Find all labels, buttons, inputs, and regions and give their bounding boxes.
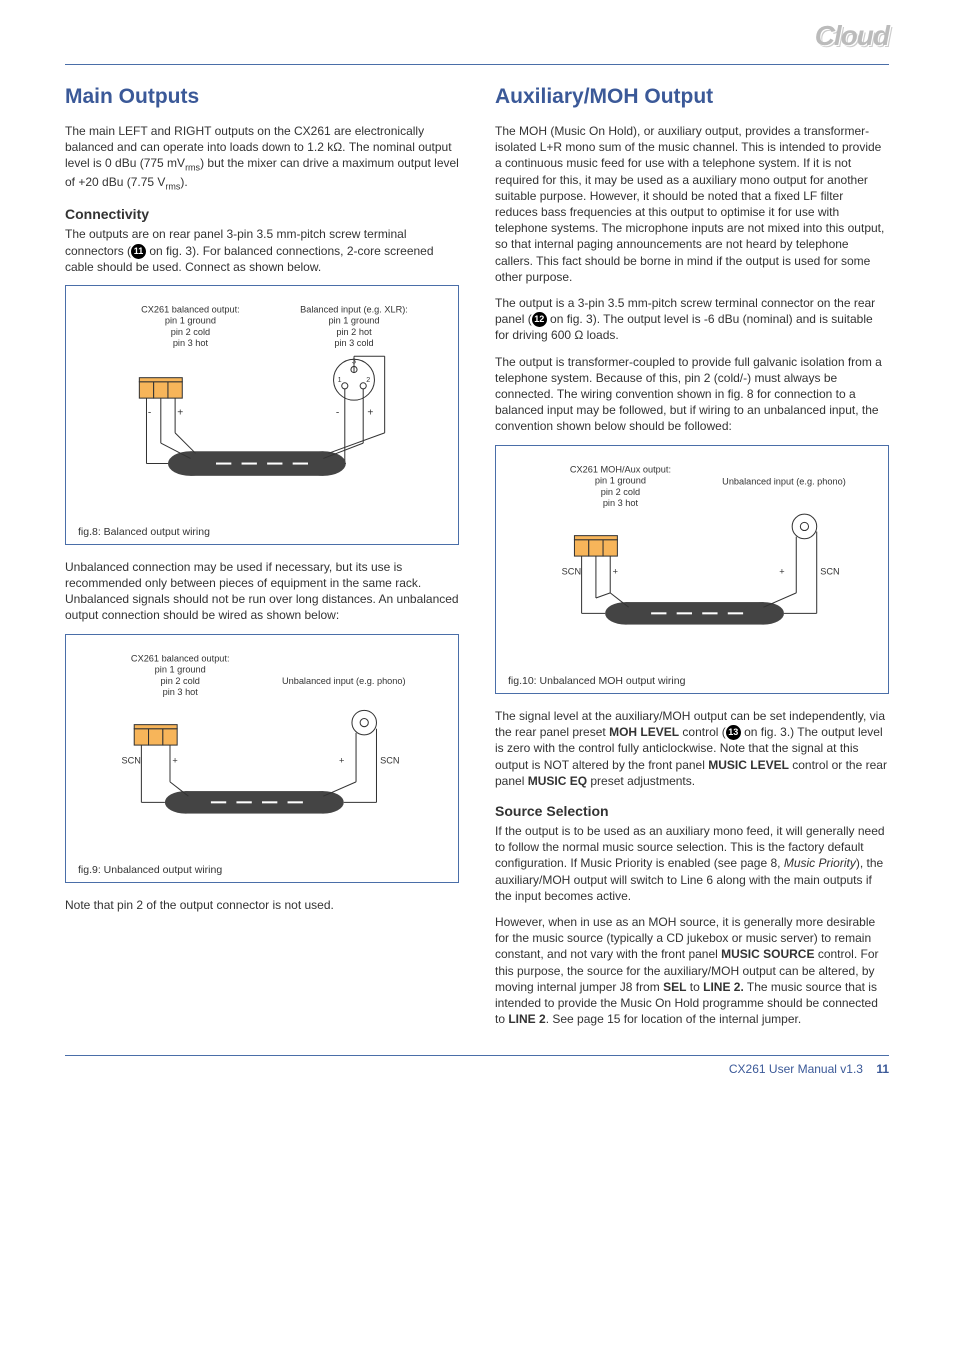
svg-text:2: 2 — [594, 528, 598, 536]
svg-text:pin 2 cold: pin 2 cold — [161, 675, 200, 685]
p6e: to — [686, 980, 703, 994]
svg-text:+: + — [339, 755, 344, 765]
ref-11-icon: 11 — [131, 244, 146, 259]
figure-9-svg: CX261 balanced output: pin 1 ground pin … — [78, 649, 446, 853]
svg-text:pin 3 cold: pin 3 cold — [334, 338, 373, 348]
svg-text:+: + — [613, 566, 618, 576]
p6i: . See page 15 for location of the intern… — [546, 1012, 802, 1026]
svg-text:pin 2 cold: pin 2 cold — [601, 486, 640, 496]
svg-text:+: + — [779, 566, 784, 576]
svg-text:-: - — [148, 408, 151, 419]
moh-p4: The signal level at the auxiliary/MOH ou… — [495, 708, 889, 789]
main-outputs-intro: The main LEFT and RIGHT outputs on the C… — [65, 123, 459, 192]
moh-p1: The MOH (Music On Hold), or auxiliary ou… — [495, 123, 889, 285]
svg-text:CX261 balanced output:: CX261 balanced output: — [141, 304, 240, 314]
svg-text:pin 2 hot: pin 2 hot — [336, 327, 372, 337]
svg-text:Unbalanced input (e.g. phono): Unbalanced input (e.g. phono) — [282, 675, 406, 685]
ref-12-icon: 12 — [532, 312, 547, 327]
svg-text:CX261 MOH/Aux output:: CX261 MOH/Aux output: — [570, 464, 671, 474]
svg-text:pin 3 hot: pin 3 hot — [163, 687, 199, 697]
source-selection-heading: Source Selection — [495, 803, 889, 819]
svg-text:pin 1 ground: pin 1 ground — [155, 664, 206, 674]
svg-text:pin 1 ground: pin 1 ground — [595, 475, 646, 485]
figure-10: CX261 MOH/Aux output: pin 1 ground pin 2… — [495, 445, 889, 694]
svg-text:+: + — [177, 408, 183, 419]
intro-sub2: rms — [165, 181, 180, 191]
connectivity-heading: Connectivity — [65, 206, 459, 222]
figure-8-svg: CX261 balanced output: pin 1 ground pin … — [78, 300, 446, 515]
svg-text:1: 1 — [145, 371, 149, 379]
svg-text:3: 3 — [173, 371, 177, 379]
svg-text:3: 3 — [608, 528, 612, 536]
svg-text:pin 2 cold: pin 2 cold — [171, 327, 210, 337]
svg-text:SCN: SCN — [121, 755, 140, 765]
page-footer: CX261 User Manual v1.3 11 — [65, 1055, 889, 1076]
figure-8: CX261 balanced output: pin 1 ground pin … — [65, 285, 459, 545]
p5i: Music Priority — [784, 856, 856, 870]
svg-text:2: 2 — [366, 376, 370, 384]
moh-p5: If the output is to be used as an auxili… — [495, 823, 889, 904]
p2b: on fig. 3). The output level is -6 dBu (… — [495, 312, 873, 342]
pin2-note: Note that pin 2 of the output connector … — [65, 897, 459, 913]
p6d: SEL — [663, 980, 686, 994]
p4h: preset adjustments. — [587, 774, 695, 788]
footer-doc: CX261 User Manual v1.3 — [729, 1062, 863, 1076]
moh-p3: The output is transformer-coupled to pro… — [495, 354, 889, 435]
svg-text:2: 2 — [154, 717, 158, 725]
svg-text:+: + — [172, 755, 177, 765]
p4c: control ( — [679, 725, 726, 739]
intro-sub1: rms — [185, 163, 200, 173]
p6b: MUSIC SOURCE — [721, 947, 814, 961]
svg-text:SCN: SCN — [820, 566, 839, 576]
p6h: LINE 2 — [508, 1012, 545, 1026]
svg-text:Balanced input (e.g. XLR):: Balanced input (e.g. XLR): — [300, 304, 408, 314]
left-column: Main Outputs The main LEFT and RIGHT out… — [65, 85, 459, 1037]
figure-9-caption: fig.9: Unbalanced output wiring — [78, 864, 446, 876]
svg-text:3: 3 — [168, 717, 172, 725]
figure-8-caption: fig.8: Balanced output wiring — [78, 526, 446, 538]
p6f: LINE 2. — [703, 980, 744, 994]
brand-logo: Cloud — [815, 20, 889, 52]
main-outputs-heading: Main Outputs — [65, 85, 459, 109]
svg-text:pin 3 hot: pin 3 hot — [173, 338, 209, 348]
connectivity-text: The outputs are on rear panel 3-pin 3.5 … — [65, 226, 459, 275]
p4b: MOH LEVEL — [609, 725, 679, 739]
svg-text:1: 1 — [139, 717, 143, 725]
moh-p6: However, when in use as an MOH source, i… — [495, 914, 889, 1027]
figure-9: CX261 balanced output: pin 1 ground pin … — [65, 634, 459, 883]
svg-text:SCN: SCN — [380, 755, 399, 765]
svg-text:pin 3 hot: pin 3 hot — [603, 498, 639, 508]
p4g: MUSIC EQ — [528, 774, 587, 788]
svg-text:2: 2 — [159, 371, 163, 379]
svg-text:+: + — [367, 408, 373, 419]
right-column: Auxiliary/MOH Output The MOH (Music On H… — [495, 85, 889, 1037]
footer-page-number: 11 — [876, 1062, 889, 1076]
p4e: MUSIC LEVEL — [708, 758, 789, 772]
unbalanced-text: Unbalanced connection may be used if nec… — [65, 559, 459, 624]
intro-c: ). — [180, 175, 187, 189]
figure-10-caption: fig.10: Unbalanced MOH output wiring — [508, 675, 876, 687]
top-rule — [65, 64, 889, 65]
aux-moh-heading: Auxiliary/MOH Output — [495, 85, 889, 109]
svg-text:-: - — [336, 408, 339, 419]
svg-text:CX261 balanced output:: CX261 balanced output: — [131, 653, 230, 663]
svg-text:1: 1 — [580, 528, 584, 536]
svg-text:1: 1 — [338, 376, 342, 384]
svg-text:pin 1 ground: pin 1 ground — [328, 316, 379, 326]
ref-13-icon: 13 — [726, 725, 741, 740]
figure-10-svg: CX261 MOH/Aux output: pin 1 ground pin 2… — [508, 460, 876, 664]
svg-text:SCN: SCN — [562, 566, 581, 576]
svg-text:pin 1 ground: pin 1 ground — [165, 316, 216, 326]
svg-text:Unbalanced input (e.g. phono): Unbalanced input (e.g. phono) — [722, 476, 846, 486]
moh-p2: The output is a 3-pin 3.5 mm-pitch screw… — [495, 295, 889, 344]
